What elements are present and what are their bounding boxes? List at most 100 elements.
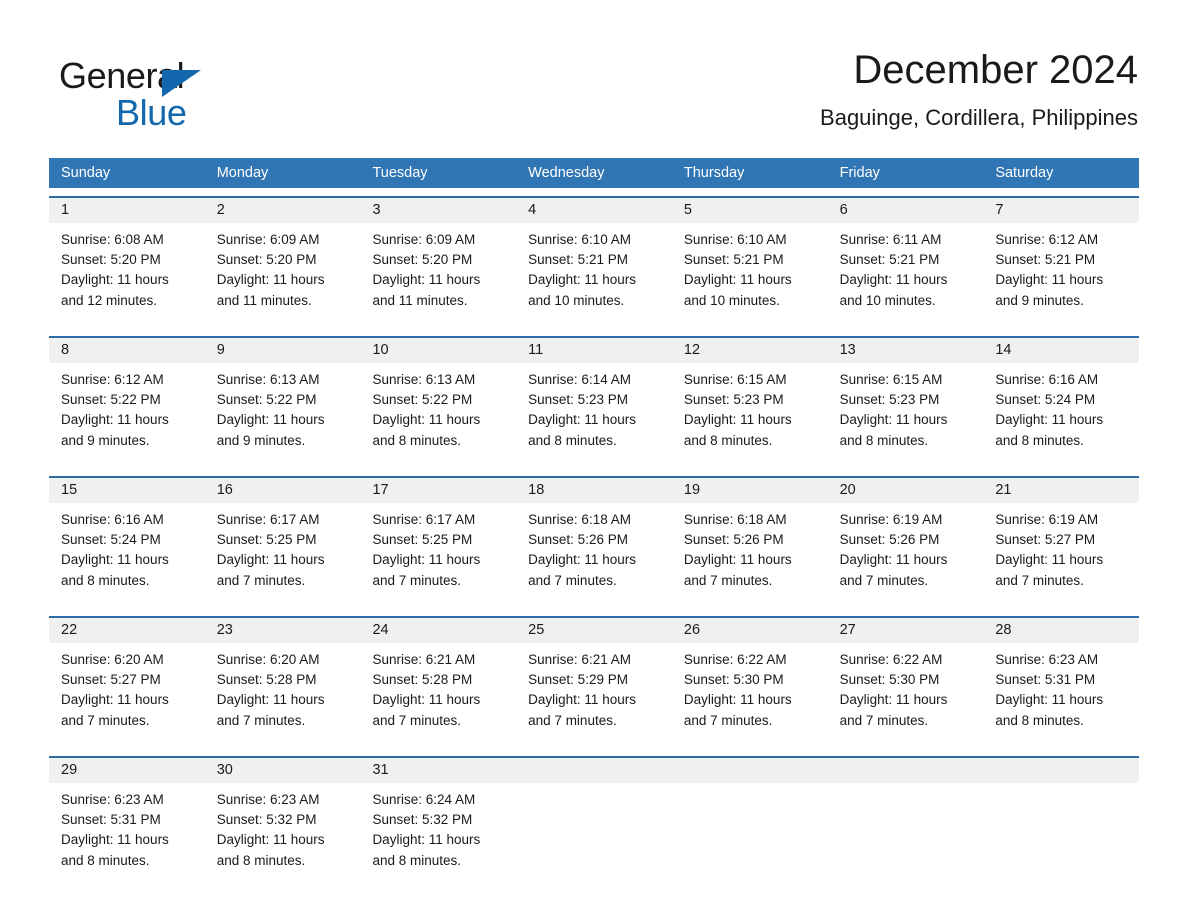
weekday-header-wednesday: Wednesday xyxy=(528,165,605,181)
day-number[interactable]: 21 xyxy=(983,478,1139,503)
day-cell[interactable]: Sunrise: 6:12 AM Sunset: 5:21 PM Dayligh… xyxy=(983,223,1139,328)
day-cell[interactable]: Sunrise: 6:10 AM Sunset: 5:21 PM Dayligh… xyxy=(516,223,672,328)
sunset-text: Sunset: 5:30 PM xyxy=(683,672,784,688)
day-cell[interactable]: Sunrise: 6:18 AM Sunset: 5:26 PM Dayligh… xyxy=(516,503,672,608)
day-number[interactable]: 8 xyxy=(49,338,205,363)
day-cell[interactable]: Sunrise: 6:13 AM Sunset: 5:22 PM Dayligh… xyxy=(205,363,361,468)
day-number-empty xyxy=(516,758,672,783)
daylight-text-line1: Daylight: 11 hours xyxy=(995,692,1104,708)
sunset-text: Sunset: 5:24 PM xyxy=(995,392,1096,408)
day-cell[interactable]: Sunrise: 6:24 AM Sunset: 5:32 PM Dayligh… xyxy=(360,783,516,888)
day-number[interactable]: 14 xyxy=(983,338,1139,363)
sunrise-text: Sunrise: 6:20 AM xyxy=(61,652,164,667)
daylight-text-line1: Daylight: 11 hours xyxy=(839,552,948,568)
day-number[interactable]: 27 xyxy=(828,618,984,643)
day-cell[interactable]: Sunrise: 6:16 AM Sunset: 5:24 PM Dayligh… xyxy=(983,363,1139,468)
day-cell[interactable]: Sunrise: 6:19 AM Sunset: 5:26 PM Dayligh… xyxy=(828,503,984,608)
day-cell[interactable]: Sunrise: 6:21 AM Sunset: 5:28 PM Dayligh… xyxy=(360,643,516,748)
day-cell[interactable]: Sunrise: 6:15 AM Sunset: 5:23 PM Dayligh… xyxy=(672,363,828,468)
day-cell[interactable]: Sunrise: 6:18 AM Sunset: 5:26 PM Dayligh… xyxy=(672,503,828,608)
day-number[interactable]: 16 xyxy=(205,478,361,503)
logo-text-blue: Blue xyxy=(116,92,187,133)
weekday-header-row: Sunday Monday Tuesday Wednesday Thursday… xyxy=(49,158,1139,188)
day-cell[interactable]: Sunrise: 6:13 AM Sunset: 5:22 PM Dayligh… xyxy=(360,363,516,468)
day-number[interactable]: 28 xyxy=(983,618,1139,643)
day-number[interactable]: 31 xyxy=(360,758,516,783)
day-number[interactable]: 5 xyxy=(672,198,828,223)
day-cell[interactable]: Sunrise: 6:09 AM Sunset: 5:20 PM Dayligh… xyxy=(205,223,361,328)
sunrise-text: Sunrise: 6:15 AM xyxy=(839,372,943,387)
calendar-week-row: 29 30 31 Sunrise: 6:23 AM Sunset: 5:31 P… xyxy=(49,756,1139,888)
sunset-text: Sunset: 5:25 PM xyxy=(216,532,317,548)
sunset-text: Sunset: 5:25 PM xyxy=(372,532,473,548)
sunrise-text: Sunrise: 6:23 AM xyxy=(995,652,1099,667)
daylight-text-line2: and 8 minutes. xyxy=(61,852,150,868)
day-number[interactable]: 22 xyxy=(49,618,205,643)
day-cell[interactable]: Sunrise: 6:15 AM Sunset: 5:23 PM Dayligh… xyxy=(828,363,984,468)
daylight-text-line1: Daylight: 11 hours xyxy=(61,552,169,568)
day-number[interactable]: 12 xyxy=(672,338,828,363)
general-blue-logo[interactable]: General Blue xyxy=(59,54,319,140)
daylight-text-line1: Daylight: 11 hours xyxy=(372,412,481,428)
daylight-text-line2: and 8 minutes. xyxy=(683,432,773,448)
day-cell[interactable]: Sunrise: 6:21 AM Sunset: 5:29 PM Dayligh… xyxy=(516,643,672,748)
day-cell[interactable]: Sunrise: 6:20 AM Sunset: 5:27 PM Dayligh… xyxy=(49,643,205,748)
daylight-text-line1: Daylight: 11 hours xyxy=(216,272,325,288)
day-cell[interactable]: Sunrise: 6:16 AM Sunset: 5:24 PM Dayligh… xyxy=(49,503,205,608)
daylight-text-line2: and 11 minutes. xyxy=(372,292,468,308)
daylight-text-line2: and 7 minutes. xyxy=(839,572,929,588)
calendar-week-row: 22 23 24 25 26 27 28 Sunrise: 6:20 AM Su… xyxy=(49,616,1139,748)
day-number[interactable]: 25 xyxy=(516,618,672,643)
calendar-week-row: 8 9 10 11 12 13 14 Sunrise: 6:12 AM Suns… xyxy=(49,336,1139,468)
day-cell[interactable]: Sunrise: 6:23 AM Sunset: 5:32 PM Dayligh… xyxy=(205,783,361,888)
day-number[interactable]: 10 xyxy=(360,338,516,363)
day-cell[interactable]: Sunrise: 6:09 AM Sunset: 5:20 PM Dayligh… xyxy=(360,223,516,328)
day-cell[interactable]: Sunrise: 6:10 AM Sunset: 5:21 PM Dayligh… xyxy=(672,223,828,328)
calendar-grid: Sunday Monday Tuesday Wednesday Thursday… xyxy=(49,158,1139,888)
daylight-text-line2: and 7 minutes. xyxy=(216,712,306,728)
day-number[interactable]: 3 xyxy=(360,198,516,223)
day-cell[interactable]: Sunrise: 6:22 AM Sunset: 5:30 PM Dayligh… xyxy=(672,643,828,748)
sunrise-text: Sunrise: 6:21 AM xyxy=(528,652,631,667)
day-number[interactable]: 23 xyxy=(205,618,361,643)
week-details-band: Sunrise: 6:23 AM Sunset: 5:31 PM Dayligh… xyxy=(49,783,1139,888)
day-number[interactable]: 1 xyxy=(49,198,205,223)
day-number[interactable]: 30 xyxy=(205,758,361,783)
day-number[interactable]: 15 xyxy=(49,478,205,503)
daylight-text-line1: Daylight: 11 hours xyxy=(683,272,792,288)
daylight-text-line2: and 7 minutes. xyxy=(683,572,773,588)
day-number[interactable]: 26 xyxy=(672,618,828,643)
day-cell[interactable]: Sunrise: 6:14 AM Sunset: 5:23 PM Dayligh… xyxy=(516,363,672,468)
daylight-text-line2: and 10 minutes. xyxy=(528,292,625,308)
day-number[interactable]: 7 xyxy=(983,198,1139,223)
day-cell[interactable]: Sunrise: 6:23 AM Sunset: 5:31 PM Dayligh… xyxy=(49,783,205,888)
day-cell[interactable]: Sunrise: 6:19 AM Sunset: 5:27 PM Dayligh… xyxy=(983,503,1139,608)
day-cell[interactable]: Sunrise: 6:08 AM Sunset: 5:20 PM Dayligh… xyxy=(49,223,205,328)
sunrise-text: Sunrise: 6:10 AM xyxy=(683,232,787,247)
day-cell[interactable]: Sunrise: 6:20 AM Sunset: 5:28 PM Dayligh… xyxy=(205,643,361,748)
day-cell[interactable]: Sunrise: 6:17 AM Sunset: 5:25 PM Dayligh… xyxy=(205,503,361,608)
day-cell[interactable]: Sunrise: 6:12 AM Sunset: 5:22 PM Dayligh… xyxy=(49,363,205,468)
daylight-text-line2: and 8 minutes. xyxy=(61,572,150,588)
day-number[interactable]: 29 xyxy=(49,758,205,783)
day-number[interactable]: 9 xyxy=(205,338,361,363)
day-cell[interactable]: Sunrise: 6:11 AM Sunset: 5:21 PM Dayligh… xyxy=(828,223,984,328)
day-cell[interactable]: Sunrise: 6:23 AM Sunset: 5:31 PM Dayligh… xyxy=(983,643,1139,748)
sunset-text: Sunset: 5:22 PM xyxy=(216,392,317,408)
day-number[interactable]: 2 xyxy=(205,198,361,223)
day-number[interactable]: 13 xyxy=(828,338,984,363)
daylight-text-line1: Daylight: 11 hours xyxy=(528,412,636,428)
day-cell[interactable]: Sunrise: 6:17 AM Sunset: 5:25 PM Dayligh… xyxy=(360,503,516,608)
day-number[interactable]: 6 xyxy=(828,198,984,223)
day-number[interactable]: 11 xyxy=(516,338,672,363)
day-cell[interactable]: Sunrise: 6:22 AM Sunset: 5:30 PM Dayligh… xyxy=(828,643,984,748)
sunset-text: Sunset: 5:21 PM xyxy=(528,252,628,268)
day-number[interactable]: 18 xyxy=(516,478,672,503)
day-number[interactable]: 24 xyxy=(360,618,516,643)
day-number[interactable]: 19 xyxy=(672,478,828,503)
day-number[interactable]: 20 xyxy=(828,478,984,503)
day-number[interactable]: 4 xyxy=(516,198,672,223)
day-number-empty xyxy=(828,758,984,783)
day-number[interactable]: 17 xyxy=(360,478,516,503)
sunset-text: Sunset: 5:24 PM xyxy=(61,532,161,548)
